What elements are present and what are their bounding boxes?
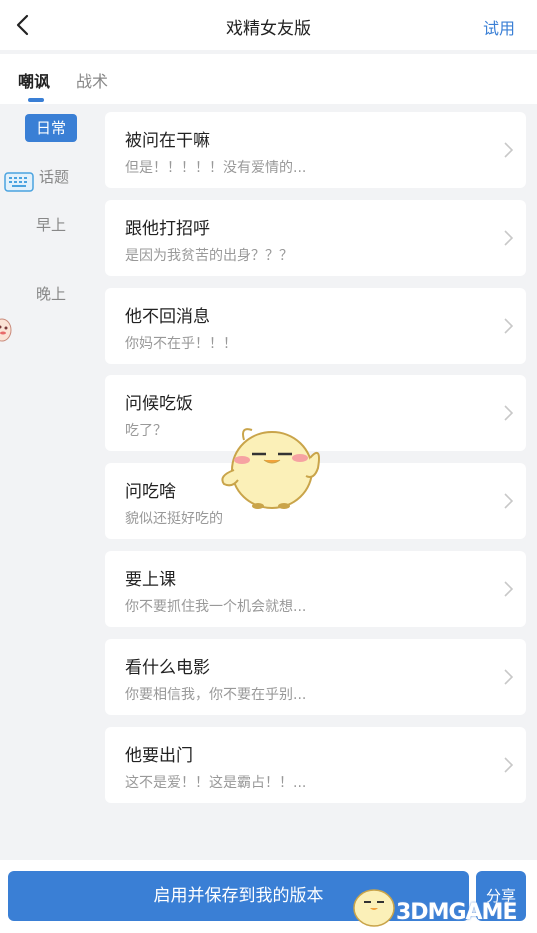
list-item-title: 他要出门: [125, 746, 193, 766]
category-sidebar: 日常 话题 早上 晚上: [0, 104, 100, 864]
list-item[interactable]: 他要出门 这不是爱！！这是霸占！！...: [105, 727, 526, 803]
list-item-title: 问候吃饭: [125, 394, 193, 414]
list-item[interactable]: 他不回消息 你妈不在乎！！！: [105, 288, 526, 364]
list-item-subtitle: 这不是爱！！这是霸占！！...: [125, 775, 307, 791]
list-item-subtitle: 但是！！！！！没有爱情的...: [125, 160, 307, 176]
list-item-title: 要上课: [125, 570, 176, 590]
list-item[interactable]: 被问在干嘛 但是！！！！！没有爱情的...: [105, 112, 526, 188]
sidebar-item-topic[interactable]: 话题: [28, 163, 80, 191]
list-item-title: 被问在干嘛: [125, 131, 210, 151]
list-item-subtitle: 你要相信我，你不要在乎别...: [125, 687, 307, 703]
list-item-subtitle: 是因为我贫苦的出身？？？: [125, 248, 293, 264]
top-bar: 戏精女友版 试用: [0, 0, 537, 50]
list-item-title: 跟他打招呼: [125, 219, 210, 239]
chevron-right-icon: [502, 756, 514, 774]
try-button[interactable]: 试用: [483, 15, 515, 39]
list-item[interactable]: 跟他打招呼 是因为我贫苦的出身？？？: [105, 200, 526, 276]
tab-tactics[interactable]: 战术: [76, 68, 108, 92]
tab-mock[interactable]: 嘲讽: [18, 68, 50, 92]
list-item-title: 他不回消息: [125, 307, 210, 327]
list-item-subtitle: 貌似还挺好吃的: [125, 511, 223, 527]
chevron-right-icon: [502, 229, 514, 247]
sidebar-item-evening[interactable]: 晚上: [25, 280, 77, 308]
page-title: 戏精女友版: [226, 19, 311, 39]
tab-bar: 嘲讽 战术: [0, 54, 537, 104]
chick-mascot-icon: [214, 418, 324, 514]
list-item[interactable]: 看什么电影 你要相信我，你不要在乎别...: [105, 639, 526, 715]
chevron-right-icon: [502, 492, 514, 510]
list-item-title: 看什么电影: [125, 658, 210, 678]
sidebar-item-daily[interactable]: 日常: [25, 114, 77, 142]
chevron-right-icon: [502, 668, 514, 686]
list-item-subtitle: 吃了？: [125, 423, 167, 439]
tab-indicator: [28, 98, 44, 102]
mascot-decoration-icon: [0, 316, 16, 346]
chevron-right-icon: [502, 317, 514, 335]
list-item-subtitle: 你妈不在乎！！！: [125, 336, 237, 352]
chevron-right-icon: [502, 580, 514, 598]
watermark-text: 3DMGAME: [396, 900, 517, 925]
list-item-subtitle: 你不要抓住我一个机会就想...: [125, 599, 307, 615]
chevron-right-icon: [502, 141, 514, 159]
sidebar-item-morning[interactable]: 早上: [25, 211, 77, 239]
list-item-title: 问吃啥: [125, 482, 176, 502]
chevron-right-icon: [502, 404, 514, 422]
list-item[interactable]: 要上课 你不要抓住我一个机会就想...: [105, 551, 526, 627]
